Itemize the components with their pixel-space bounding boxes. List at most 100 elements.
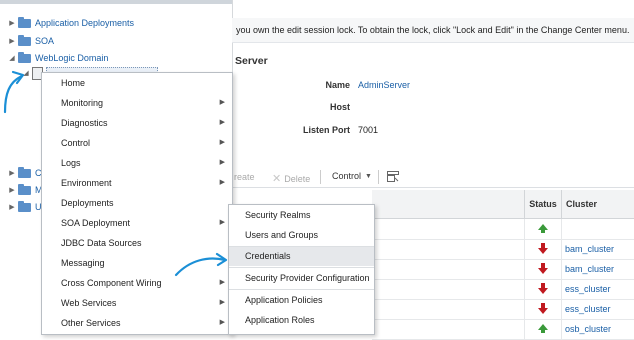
- status-down-icon: [538, 263, 548, 274]
- status-cell: [524, 239, 561, 259]
- create-button[interactable]: reate: [234, 172, 255, 182]
- menu-item-label: Diagnostics: [61, 118, 108, 128]
- menu-item-label: Other Services: [61, 318, 121, 328]
- cluster-link[interactable]: bam_cluster: [561, 259, 634, 279]
- folder-icon: [18, 166, 31, 178]
- menu-item[interactable]: Home: [42, 73, 232, 93]
- field-label: Host: [330, 102, 350, 112]
- menu-item-label: Environment: [61, 178, 112, 188]
- toolbar-divider: [320, 170, 321, 184]
- tree-header-strip: [0, 0, 232, 4]
- column-header-status[interactable]: Status: [524, 190, 561, 219]
- control-label: Control: [332, 171, 362, 181]
- table-row[interactable]: ess_cluster: [372, 279, 634, 300]
- folder-icon: [18, 183, 31, 195]
- table-row[interactable]: ess_cluster: [372, 299, 634, 320]
- status-down-icon: [538, 303, 548, 314]
- column-header-cluster[interactable]: Cluster: [561, 190, 634, 219]
- tree-item-soa[interactable]: ▶ SOA: [8, 34, 54, 48]
- menu-item-label: Cross Component Wiring: [61, 278, 162, 288]
- menu-separator: [229, 267, 374, 268]
- servers-table: Status Cluster bam_cluster bam_cluster ess…: [372, 190, 634, 340]
- field-label: Listen Port: [302, 125, 350, 135]
- tree-item-label[interactable]: WebLogic Domain: [35, 53, 108, 63]
- field-value: 7001: [358, 125, 379, 135]
- collapse-icon[interactable]: ◢: [8, 54, 16, 62]
- chevron-right-icon: ▶: [219, 119, 225, 126]
- expand-icon[interactable]: ▶: [8, 169, 16, 177]
- expand-icon[interactable]: ▶: [8, 203, 16, 211]
- status-cell: [524, 219, 561, 239]
- status-down-icon: [538, 243, 548, 254]
- table-row[interactable]: osb_cluster: [372, 319, 634, 340]
- server-name-link[interactable]: AdminServer: [358, 80, 410, 90]
- delete-button[interactable]: ✕ Delete: [272, 172, 310, 185]
- annotation-arrow-icon: [3, 70, 25, 114]
- chevron-right-icon: ▶: [219, 99, 225, 106]
- cluster-link[interactable]: ess_cluster: [561, 279, 634, 299]
- submenu-item[interactable]: Credentials: [229, 246, 374, 266]
- cluster-link[interactable]: ess_cluster: [561, 299, 634, 319]
- folder-icon: [18, 34, 31, 46]
- menu-item[interactable]: Deployments: [42, 193, 232, 213]
- menu-item[interactable]: Other Services ▶: [42, 313, 232, 333]
- edit-lock-notice: you own the edit session lock. To obtain…: [232, 18, 634, 43]
- field-label: Name: [325, 80, 350, 90]
- folder-icon: [18, 200, 31, 212]
- submenu-item[interactable]: Security Provider Configuration: [229, 268, 374, 288]
- table-header: [372, 190, 524, 219]
- chevron-right-icon: ▶: [219, 159, 225, 166]
- expand-icon[interactable]: ▶: [8, 37, 16, 45]
- menu-item-label: Messaging: [61, 258, 105, 268]
- table-toolbar: reate ✕ Delete Control ▼: [232, 167, 634, 188]
- menu-item[interactable]: Monitoring ▶: [42, 93, 232, 113]
- menu-item[interactable]: Diagnostics ▶: [42, 113, 232, 133]
- tree-item-application-deployments[interactable]: ▶ Application Deployments: [8, 16, 134, 30]
- table-row[interactable]: [372, 219, 634, 240]
- delete-icon: ✕: [272, 173, 282, 185]
- status-up-icon: [538, 224, 548, 233]
- security-submenu: Security Realms Users and Groups Credentia…: [228, 204, 375, 335]
- folder-icon: [18, 51, 31, 63]
- cluster-link[interactable]: osb_cluster: [561, 319, 634, 339]
- chevron-right-icon: ▶: [219, 139, 225, 146]
- tree-item-label[interactable]: SOA: [35, 36, 54, 46]
- submenu-item[interactable]: Application Policies: [229, 290, 374, 310]
- cluster-link: [561, 219, 634, 239]
- menu-item[interactable]: JDBC Data Sources: [42, 233, 232, 253]
- menu-item-label: SOA Deployment: [61, 218, 131, 228]
- tree-item-label[interactable]: Application Deployments: [35, 18, 134, 28]
- menu-item[interactable]: Environment ▶: [42, 173, 232, 193]
- submenu-item[interactable]: Application Roles: [229, 310, 374, 330]
- cluster-link[interactable]: bam_cluster: [561, 239, 634, 259]
- annotation-arrow-icon: [174, 252, 228, 277]
- menu-item-label: JDBC Data Sources: [61, 238, 142, 248]
- table-row[interactable]: bam_cluster: [372, 239, 634, 260]
- chevron-right-icon: ▶: [219, 299, 225, 306]
- menu-item[interactable]: Logs ▶: [42, 153, 232, 173]
- menu-item[interactable]: SOA Deployment ▶: [42, 213, 232, 233]
- menu-item-label: Web Services: [61, 298, 117, 308]
- detach-table-icon[interactable]: [387, 171, 399, 182]
- menu-item-label: Home: [61, 78, 86, 88]
- chevron-right-icon: ▶: [219, 319, 225, 326]
- menu-item-label: Deployments: [61, 198, 114, 208]
- submenu-item[interactable]: Users and Groups: [229, 225, 374, 245]
- control-dropdown[interactable]: Control ▼: [332, 171, 372, 181]
- menu-separator: [229, 246, 374, 247]
- status-cell: [524, 299, 561, 319]
- chevron-right-icon: ▶: [219, 179, 225, 186]
- menu-item-label: Control: [61, 138, 91, 148]
- expand-icon[interactable]: ▶: [8, 19, 16, 27]
- menu-item[interactable]: Control ▶: [42, 133, 232, 153]
- menu-item[interactable]: Web Services ▶: [42, 293, 232, 313]
- status-up-icon: [538, 324, 548, 333]
- section-title: Server: [235, 55, 268, 67]
- expand-icon[interactable]: ▶: [8, 186, 16, 194]
- status-down-icon: [538, 283, 548, 294]
- chevron-down-icon: ▼: [365, 172, 372, 180]
- table-row[interactable]: bam_cluster: [372, 259, 634, 280]
- submenu-item[interactable]: Security Realms: [229, 205, 374, 225]
- menu-item-label: Logs: [61, 158, 81, 168]
- tree-item-weblogic-domain[interactable]: ◢ WebLogic Domain: [8, 51, 108, 65]
